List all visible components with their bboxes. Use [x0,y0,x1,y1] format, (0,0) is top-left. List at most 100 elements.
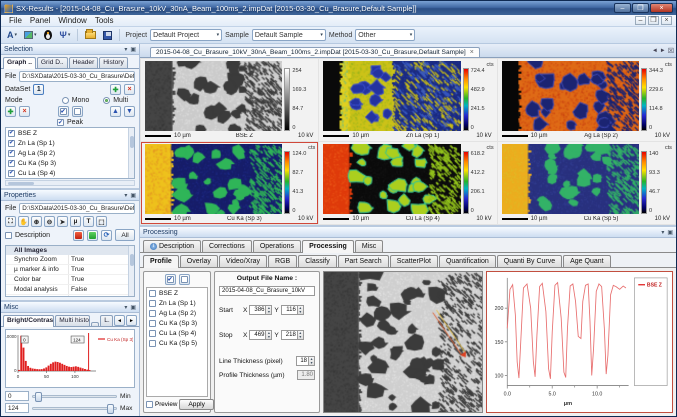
property-row[interactable]: µ marker & info True [6,265,134,275]
profile-preview-image[interactable] [323,271,483,413]
map-cell-ag-la-sp-2[interactable]: cts 344.3 229.6 114.8 0 10 µm Ag La (Sp 2) 10 k… [497,59,675,141]
profile-channel-item[interactable]: Ag La (Sp 2) [147,308,207,318]
apply-button[interactable]: Apply [179,399,214,410]
collapse-icon[interactable]: ▾ [661,229,664,236]
processing-tab-processing[interactable]: Processing [302,240,354,253]
vertical-scrollbar[interactable] [128,128,134,178]
channel-item[interactable]: ✔ Cu Ka (Sp 3) [6,158,134,168]
zoom-in-button[interactable]: ⊕ [31,216,42,227]
horizontal-scrollbar[interactable] [5,180,135,186]
profile-tab-rgb[interactable]: RGB [268,255,298,267]
channel-item[interactable]: ✔ Ag La (Sp 2) [6,148,134,158]
processing-tab-misc[interactable]: Misc [354,240,384,252]
mdi-minimize-button[interactable]: – [635,16,646,25]
menu-tools[interactable]: Tools [91,16,118,25]
open-button[interactable] [83,29,98,42]
max-slider[interactable] [32,403,117,414]
channel-checkbox[interactable]: ✔ [8,129,15,137]
property-row[interactable]: Synchro Zoom True [6,255,134,265]
add-channel-button[interactable]: ✚ [5,106,16,117]
channel-item[interactable]: ✔ Cu La (Sp 4) [6,168,134,178]
channel-checkbox[interactable]: ✔ [8,139,15,147]
processing-tab-operations[interactable]: Operations [252,240,302,252]
scroll-left-icon[interactable]: ◄ [652,48,658,54]
output-file-input[interactable]: 2015-04-08_Cu_Brasure_10kV [219,286,315,296]
red-lut-button[interactable] [73,229,84,241]
map-cell-cu-la-sp-4[interactable]: cts 618.2 412.2 206.1 0 10 µm Cu La (Sp 4) 10 k… [319,142,497,224]
menu-file[interactable]: File [5,16,26,25]
channel-checkbox[interactable]: ✔ [8,149,15,157]
map-image[interactable] [501,61,639,131]
stop-x-spinner[interactable]: 469 ▲ ▼ [249,330,273,340]
menu-panel[interactable]: Panel [26,16,54,25]
tab-graph[interactable]: Graph .. [3,57,36,69]
minimize-button[interactable]: – [614,3,631,13]
file-input[interactable]: D:\SXData\2015-03-30_Cu_Brasure\Defau [19,71,135,82]
add-dataset-button[interactable]: ✚ [110,84,121,95]
profile-channel-item[interactable]: Cu Ka (Sp 5) [147,338,207,348]
tab-header[interactable]: Header [68,57,99,68]
remove-channel-button[interactable]: × [19,106,30,117]
start-x-spinner[interactable]: 386 ▲ ▼ [249,305,273,315]
processing-tab-description[interactable]: i Description [143,240,202,252]
menu-window[interactable]: Window [54,16,90,25]
line-thickness-spinner[interactable]: 18 ▲ ▼ [296,356,315,366]
move-down-button[interactable]: ▼ [124,106,135,117]
image-tool-button[interactable]: ▾ [22,29,39,42]
channel-item[interactable]: ✔ Zn La (Sp 1) [6,138,134,148]
select-button[interactable]: ⬚ [96,216,107,227]
pan-button[interactable]: ✋ [18,216,29,227]
profile-tab-age-quant[interactable]: Age Quant [563,255,611,267]
collapse-icon[interactable]: ▾ [124,304,127,311]
property-row[interactable]: Modal analysis False [6,285,134,295]
pin-icon[interactable]: ▣ [667,229,673,236]
probe-tool-button[interactable]: Ψ ▾ [58,29,73,42]
min-input[interactable]: 0 [5,391,29,401]
close-tab-icon[interactable]: × [470,49,474,56]
misc-tab-l[interactable]: L. [100,315,114,326]
close-all-icon[interactable]: ☒ [668,47,674,55]
project-select[interactable]: Default Project ▾ [150,29,223,41]
uncheck-all-button[interactable] [178,274,190,285]
dataset-value[interactable]: 1 [33,84,45,95]
linux-tool-button[interactable] [42,29,55,42]
move-up-button[interactable]: ▲ [110,106,121,117]
profile-channel-item[interactable]: Cu Ka (Sp 3) [147,318,207,328]
green-lut-button[interactable] [87,229,98,241]
channel-checkbox[interactable]: ✔ [8,159,15,167]
close-button[interactable]: × [650,3,673,13]
profile-channel-checkbox[interactable] [149,339,156,347]
misc-tab-multi-histo[interactable]: Multi histo [55,315,91,326]
check-all-button[interactable]: ✔ [164,274,176,285]
marker-button[interactable]: µ [70,216,81,227]
tab-scroll-left-button[interactable]: ◄ [114,315,126,326]
misc-tab-bright-contrast[interactable]: Bright/Contrast [3,315,55,327]
cursor-button[interactable]: ➤ [57,216,68,227]
pin-icon[interactable]: ▣ [130,304,136,311]
peak-checkbox[interactable]: ✔ [57,119,65,126]
method-select[interactable]: Other ▾ [355,29,416,41]
profile-tab-classify[interactable]: Classify [298,255,337,267]
collapse-icon[interactable]: ▾ [124,46,127,53]
map-cell-cu-ka-sp-5[interactable]: cts 140 93.3 46.7 0 10 µm Cu Ka (Sp 5) 10 kV [497,142,675,224]
description-checkbox[interactable] [5,231,12,239]
properties-file-input[interactable]: D:\SXData\2015-03-30_Cu_Brasure\Defa [19,203,135,214]
tab-grid-d[interactable]: Grid D.. [36,57,68,68]
fit-button[interactable]: ⛶ [5,216,16,227]
profile-channel-checkbox[interactable] [149,309,156,317]
map-image[interactable] [323,144,461,214]
profile-channel-checkbox[interactable] [149,289,156,297]
tab-history[interactable]: History [99,57,128,68]
remove-dataset-button[interactable]: × [124,84,135,95]
profile-tab-part-search[interactable]: Part Search [337,255,389,267]
map-image[interactable] [145,144,283,214]
save-button[interactable] [101,29,114,42]
map-cell-zn-la-sp-1[interactable]: cts 724.4 482.9 241.5 0 10 µm Zn La (Sp 1) 10 k… [319,59,497,141]
profile-channel-checkbox[interactable] [149,329,156,337]
text-button[interactable]: T [83,216,94,227]
profile-tab-quantification[interactable]: Quantification [438,255,496,267]
vertical-scrollbar[interactable] [128,246,134,296]
profile-tab-scatterplot[interactable]: ScatterPlot [389,255,438,267]
profile-channel-item[interactable]: Cu La (Sp 4) [147,328,207,338]
map-cell-bse-z[interactable]: 254 169.3 84.7 0 10 µm BSE Z 10 kV [141,59,319,141]
